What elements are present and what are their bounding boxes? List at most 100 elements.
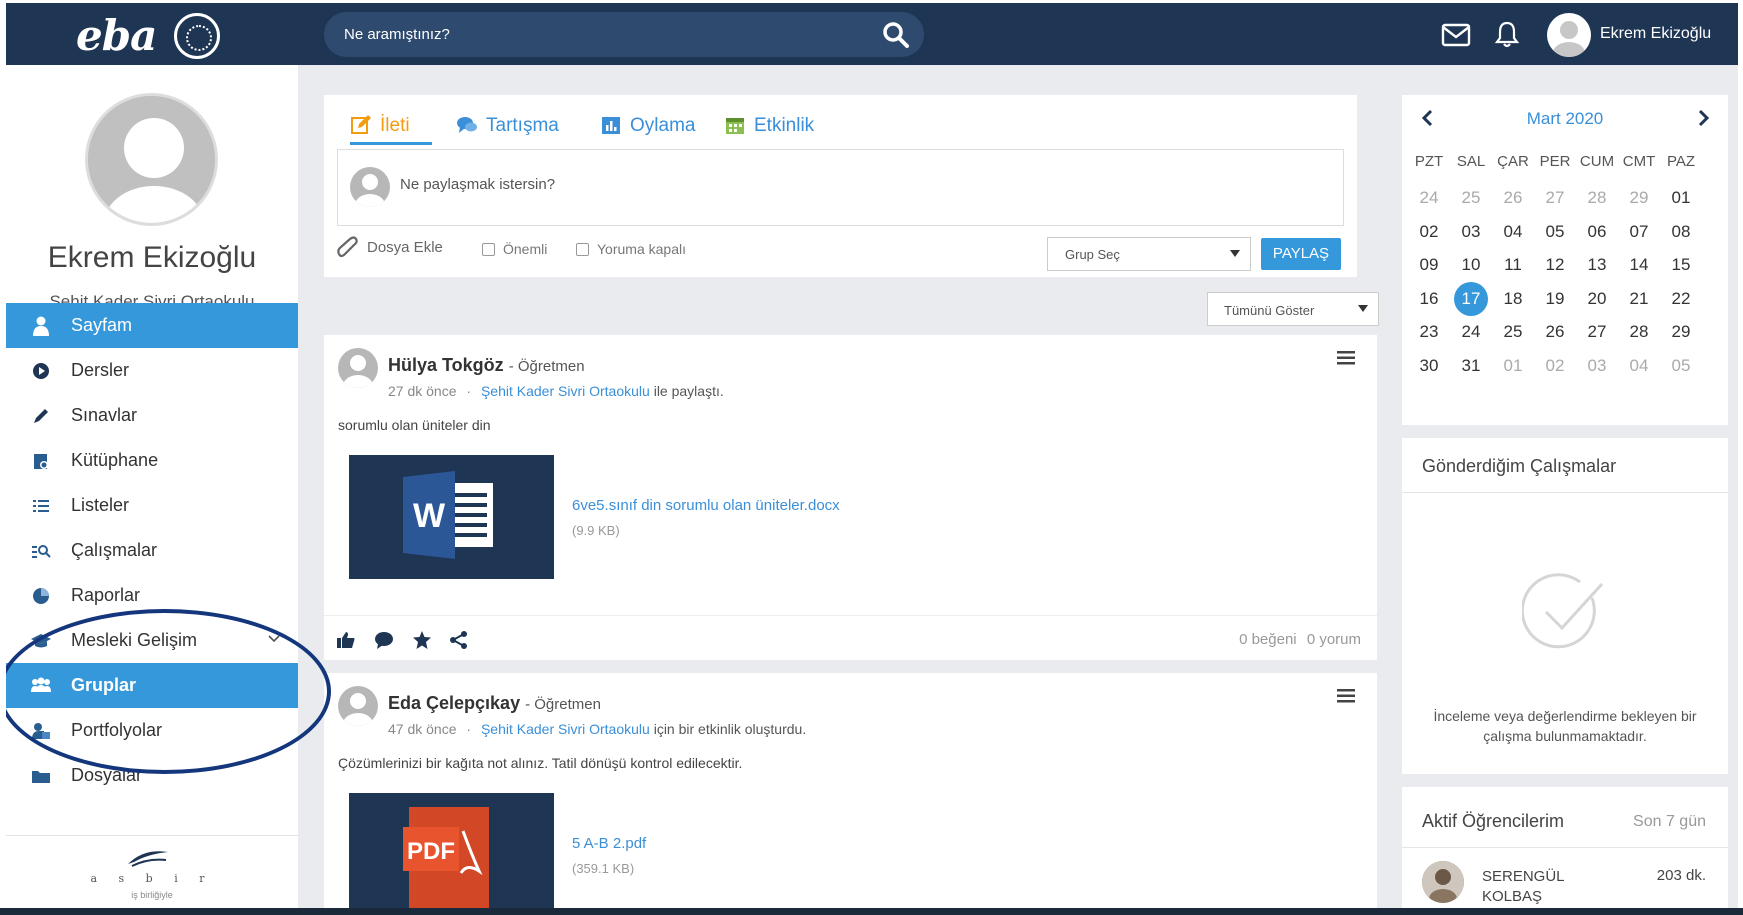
sidebar-item-dosyalar[interactable]: Dosyalar — [6, 753, 298, 798]
calendar-day[interactable]: 26 — [1490, 188, 1536, 208]
calendar-day[interactable]: 25 — [1448, 188, 1494, 208]
attachment-link[interactable]: 5 A-B 2.pdf — [572, 835, 646, 852]
chevron-down-icon[interactable] — [268, 634, 280, 644]
calendar-day[interactable]: 18 — [1490, 289, 1536, 309]
calendar-day[interactable]: 09 — [1406, 255, 1452, 275]
post-author: Eda Çelepçıkay - Öğretmen — [388, 693, 601, 714]
hamburger-menu-icon[interactable] — [1337, 351, 1355, 365]
sidebar-item-listeler[interactable]: Listeler — [6, 483, 298, 528]
calendar-day[interactable]: 14 — [1616, 255, 1662, 275]
library-icon — [34, 454, 48, 469]
calendar-day[interactable]: 10 — [1448, 255, 1494, 275]
sidebar-item-mesleki-gelisim[interactable]: Mesleki Gelişim — [6, 618, 298, 663]
word-file-thumbnail[interactable]: W — [349, 455, 554, 579]
calendar-day[interactable]: 07 — [1616, 222, 1662, 242]
calendar-day[interactable]: 01 — [1490, 356, 1536, 376]
calendar-day[interactable]: 02 — [1532, 356, 1578, 376]
star-icon[interactable] — [412, 630, 432, 650]
calendar-day[interactable]: 21 — [1616, 289, 1662, 309]
calendar-day[interactable]: 19 — [1532, 289, 1578, 309]
mail-icon[interactable] — [1441, 23, 1471, 47]
thumbs-up-icon[interactable] — [336, 630, 356, 650]
sidebar-item-gruplar[interactable]: Gruplar — [6, 663, 298, 708]
profile-name[interactable]: Ekrem Ekizoğlu — [6, 241, 298, 275]
author-avatar[interactable] — [338, 348, 378, 388]
author-name[interactable]: Hülya Tokgöz — [388, 355, 504, 375]
calendar-day[interactable]: 24 — [1406, 188, 1452, 208]
calendar-day[interactable]: 26 — [1532, 322, 1578, 342]
calendar-day[interactable]: 25 — [1490, 322, 1536, 342]
calendar-day[interactable]: 05 — [1658, 356, 1704, 376]
author-avatar[interactable] — [338, 686, 378, 726]
calendar-day[interactable]: 29 — [1616, 188, 1662, 208]
student-name[interactable]: SERENGÜL KOLBAŞ — [1482, 867, 1592, 907]
pdf-file-thumbnail[interactable]: PDF — [349, 793, 554, 908]
attachment-size: (9.9 KB) — [572, 523, 620, 538]
calendar-day[interactable]: 31 — [1448, 356, 1494, 376]
calendar-day[interactable]: 03 — [1574, 356, 1620, 376]
calendar-day[interactable]: 29 — [1658, 322, 1704, 342]
chevron-right-icon[interactable] — [1697, 109, 1711, 127]
important-checkbox[interactable]: Önemli — [482, 241, 547, 257]
share-icon[interactable] — [449, 630, 469, 650]
calendar-day[interactable]: 23 — [1406, 322, 1452, 342]
sidebar-item-dersler[interactable]: Dersler — [6, 348, 298, 393]
sidebar-item-sayfam[interactable]: Sayfam — [6, 303, 298, 348]
pencil-icon — [34, 409, 48, 423]
post-target-link[interactable]: Şehit Kader Sivri Ortaokulu — [481, 721, 650, 737]
sidebar-item-sinavlar[interactable]: Sınavlar — [6, 393, 298, 438]
student-avatar[interactable] — [1422, 861, 1464, 903]
calendar-day[interactable]: 04 — [1490, 222, 1536, 242]
share-button[interactable]: PAYLAŞ — [1261, 238, 1341, 270]
hamburger-menu-icon[interactable] — [1337, 689, 1355, 703]
post-target-link[interactable]: Şehit Kader Sivri Ortaokulu — [481, 383, 650, 399]
sidebar-item-portfolyolar[interactable]: Portfolyolar — [6, 708, 298, 753]
author-name[interactable]: Eda Çelepçıkay — [388, 693, 520, 713]
comments-closed-checkbox[interactable]: Yoruma kapalı — [576, 241, 686, 257]
calendar-day[interactable]: 01 — [1658, 188, 1704, 208]
likes-count[interactable]: 0 beğeni — [1239, 631, 1297, 648]
calendar-day[interactable]: 13 — [1574, 255, 1620, 275]
sidebar-item-calismalar[interactable]: Çalışmalar — [6, 528, 298, 573]
calendar-day[interactable]: 02 — [1406, 222, 1452, 242]
calendar-day[interactable]: 16 — [1406, 289, 1452, 309]
search-icon[interactable] — [882, 21, 910, 49]
calendar-day[interactable]: 05 — [1532, 222, 1578, 242]
bell-icon[interactable] — [1493, 20, 1521, 48]
sidebar-item-raporlar[interactable]: Raporlar — [6, 573, 298, 618]
sidebar-item-kutuphane[interactable]: Kütüphane — [6, 438, 298, 483]
checkbox-box[interactable] — [576, 243, 589, 256]
checkbox-box[interactable] — [482, 243, 495, 256]
group-select-value: Grup Seç — [1065, 247, 1120, 262]
tab-label: İleti — [380, 115, 410, 136]
eba-logo[interactable]: eba — [76, 11, 157, 60]
attachment-link[interactable]: 6ve5.sınıf din sorumlu olan üniteler.doc… — [572, 497, 840, 514]
comments-count[interactable]: 0 yorum — [1307, 631, 1361, 648]
composer-textarea[interactable]: Ne paylaşmak istersin? — [337, 149, 1344, 226]
calendar-day[interactable]: 15 — [1658, 255, 1704, 275]
calendar-day[interactable]: 24 — [1448, 322, 1494, 342]
search-input[interactable] — [344, 12, 844, 57]
profile-avatar[interactable] — [85, 93, 218, 226]
calendar-day[interactable]: 28 — [1616, 322, 1662, 342]
calendar-day[interactable]: 20 — [1574, 289, 1620, 309]
calendar-day[interactable]: 27 — [1532, 188, 1578, 208]
calendar-day[interactable]: 03 — [1448, 222, 1494, 242]
calendar-day[interactable]: 11 — [1490, 255, 1536, 275]
post-text: Çözümlerinizi bir kağıta not alınız. Tat… — [338, 755, 743, 771]
comment-icon[interactable] — [374, 630, 394, 650]
user-avatar[interactable] — [1547, 13, 1591, 57]
calendar-day[interactable]: 30 — [1406, 356, 1452, 376]
user-name-link[interactable]: Ekrem Ekizoğlu — [1600, 25, 1711, 43]
calendar-day[interactable]: 28 — [1574, 188, 1620, 208]
calendar-day[interactable]: 04 — [1616, 356, 1662, 376]
calendar-day[interactable]: 06 — [1574, 222, 1620, 242]
calendar-day[interactable]: 08 — [1658, 222, 1704, 242]
calendar-day[interactable]: 12 — [1532, 255, 1578, 275]
calendar-day[interactable]: 17 — [1448, 289, 1494, 309]
calendar-day[interactable]: 22 — [1658, 289, 1704, 309]
calendar-day[interactable]: 27 — [1574, 322, 1620, 342]
feed-filter-select[interactable]: Tümünü Göster — [1207, 292, 1379, 326]
group-select[interactable]: Grup Seç — [1047, 237, 1251, 271]
tab-ileti[interactable]: İleti — [350, 113, 432, 145]
